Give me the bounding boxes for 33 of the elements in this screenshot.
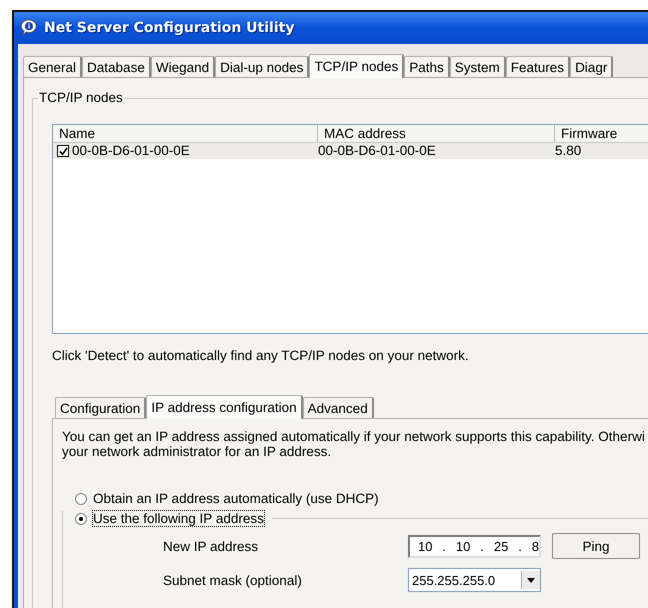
tab[interactable]: Database xyxy=(82,56,151,77)
table-cell-text: 00-0B-D6-01-00-0E xyxy=(318,143,437,159)
field-label: New IP address xyxy=(163,538,260,554)
ip-address-field[interactable]: 10 . 10 . 25 . 8 xyxy=(408,534,541,558)
table-cell: 5.80 xyxy=(555,143,582,159)
tab[interactable]: Configuration xyxy=(55,397,146,418)
tab[interactable]: Paths xyxy=(404,56,450,77)
radio-button[interactable] xyxy=(75,492,87,504)
tab[interactable]: TCP/IP nodes xyxy=(309,54,404,78)
tab[interactable]: System xyxy=(450,56,506,77)
info-icon xyxy=(20,19,38,37)
dropdown-arrow-icon xyxy=(527,578,535,582)
tab[interactable]: General xyxy=(23,56,82,77)
radio-label[interactable]: Use the following IP address xyxy=(93,511,264,526)
column-header[interactable]: Firmware xyxy=(555,125,648,142)
tab[interactable]: Features xyxy=(506,56,570,77)
subnet-mask-dropdown[interactable]: 255.255.255.0 xyxy=(408,568,541,592)
radio-label[interactable]: Obtain an IP address automatically (use DHCP) xyxy=(93,491,379,506)
window-title: Net Server Configuration Utility xyxy=(44,20,294,36)
tab[interactable]: IP address configuration xyxy=(146,395,303,419)
column-header[interactable]: Name xyxy=(53,125,318,142)
ping-button[interactable]: Ping xyxy=(552,533,640,559)
tab[interactable]: Wiegand xyxy=(150,56,216,77)
tab[interactable]: Advanced xyxy=(302,397,374,418)
description-text: You can get an IP address assigned automatically if your network supports this capability. Otherwi your network administrator for an IP address. xyxy=(62,429,646,459)
table-cell-text: 00-0B-D6-01-00-0E xyxy=(72,143,191,159)
tab[interactable]: Diagr xyxy=(570,56,614,77)
radio-button[interactable] xyxy=(75,512,87,524)
tab[interactable]: Dial-up nodes xyxy=(215,56,310,77)
checkbox[interactable] xyxy=(57,145,69,157)
column-header[interactable]: MAC address xyxy=(318,125,555,142)
field-label: Subnet mask (optional) xyxy=(163,572,303,588)
hint-text: Click 'Detect' to automatically find any TCP/IP nodes on your network. xyxy=(52,348,470,363)
